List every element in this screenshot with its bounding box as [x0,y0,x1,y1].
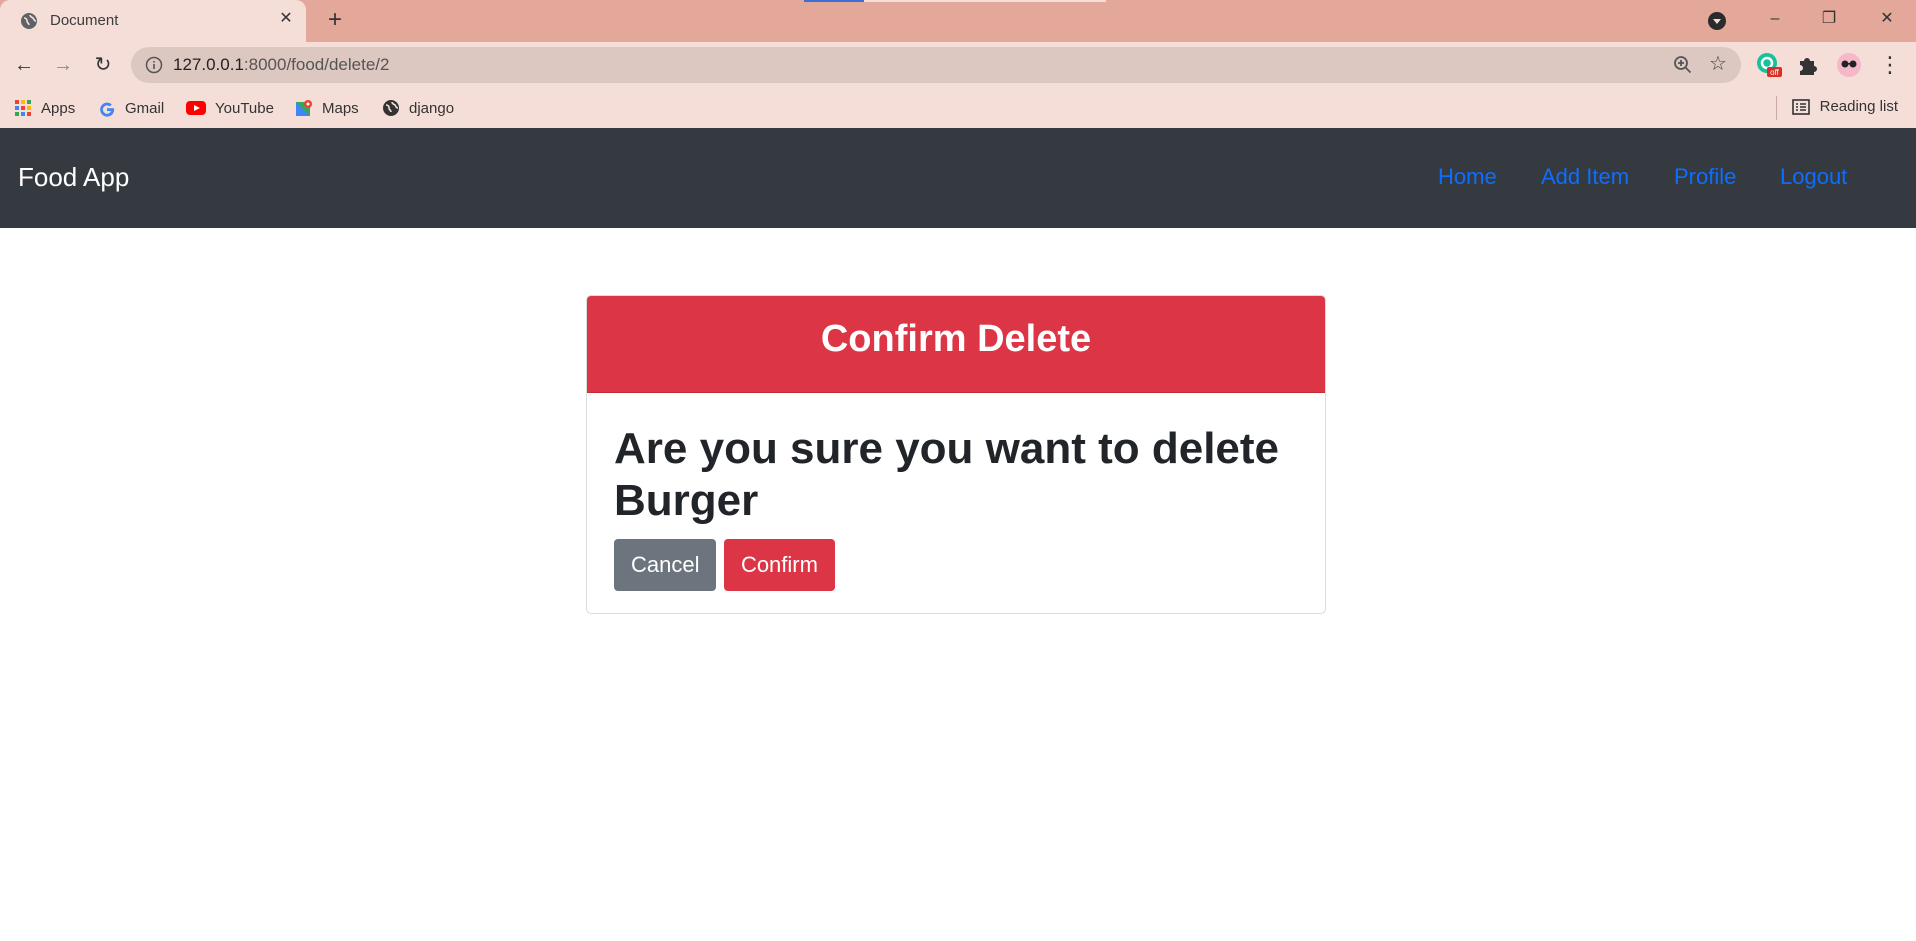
grammarly-extension-icon[interactable]: off [1756,52,1782,78]
bookmark-django[interactable]: django [382,98,454,118]
new-tab-button[interactable]: + [322,8,348,34]
address-bar[interactable]: 127.0.0.1:8000/food/delete/2 ☆ [131,47,1741,83]
minimize-button[interactable]: – [1760,6,1790,32]
tab-title: Document [50,12,119,29]
app-navbar: Food App Home Add Item Profile Logout [0,128,1916,228]
tab-search-icon[interactable] [1706,10,1728,32]
bookmark-star-icon[interactable]: ☆ [1707,53,1729,75]
google-icon [100,102,115,117]
browser-menu-icon[interactable]: ⋮ [1876,51,1904,79]
maps-icon [296,100,312,116]
bookmarks-bar: Apps Gmail YouTube Maps django Reading l… [0,88,1916,129]
reading-list-icon [1791,98,1810,115]
nav-link-home[interactable]: Home [1438,164,1497,190]
nav-link-profile[interactable]: Profile [1674,164,1736,190]
extensions-puzzle-icon[interactable] [1795,52,1821,78]
cancel-button[interactable]: Cancel [614,539,717,591]
browser-tab[interactable]: Document ✕ [0,0,306,42]
tab-close-icon[interactable]: ✕ [276,9,296,29]
globe-icon [383,100,399,116]
browser-toolbar: ← → ↻ 127.0.0.1:8000/food/delete/2 ☆ off… [0,42,1916,88]
browser-tab-strip: Document ✕ + – ❐ ✕ [0,0,1916,42]
globe-icon [21,13,37,29]
confirm-button[interactable]: Confirm [723,539,835,591]
card-body: Are you sure you want to delete Burger C… [587,393,1325,613]
delete-confirmation-question: Are you sure you want to delete Burger [614,424,1280,525]
confirm-delete-card: Confirm Delete Are you sure you want to … [586,295,1326,614]
nav-link-add-item[interactable]: Add Item [1541,164,1629,190]
card-header-title: Confirm Delete [587,296,1325,393]
bookmark-maps[interactable]: Maps [295,98,359,118]
bookmark-youtube[interactable]: YouTube [186,98,274,118]
nav-link-logout[interactable]: Logout [1780,164,1847,190]
zoom-icon[interactable] [1673,55,1693,75]
bookmarks-divider [1776,96,1777,120]
back-arrow-icon[interactable]: ← [10,51,38,79]
profile-avatar-icon[interactable] [1836,52,1862,78]
bookmark-apps[interactable]: Apps [14,98,75,118]
svg-text:off: off [1770,68,1780,77]
url-text[interactable]: 127.0.0.1:8000/food/delete/2 [173,55,389,75]
apps-grid-icon [15,100,31,116]
navbar-brand[interactable]: Food App [18,162,129,193]
reading-list-button[interactable]: Reading list [1791,98,1898,115]
reload-icon[interactable]: ↻ [89,51,117,79]
tab-strip-indicator [804,0,1106,2]
restore-button[interactable]: ❐ [1814,6,1844,32]
youtube-icon [186,101,206,115]
site-info-icon[interactable] [145,56,163,74]
forward-arrow-icon[interactable]: → [49,51,77,79]
bookmark-gmail[interactable]: Gmail [98,98,164,118]
close-window-button[interactable]: ✕ [1872,6,1902,32]
